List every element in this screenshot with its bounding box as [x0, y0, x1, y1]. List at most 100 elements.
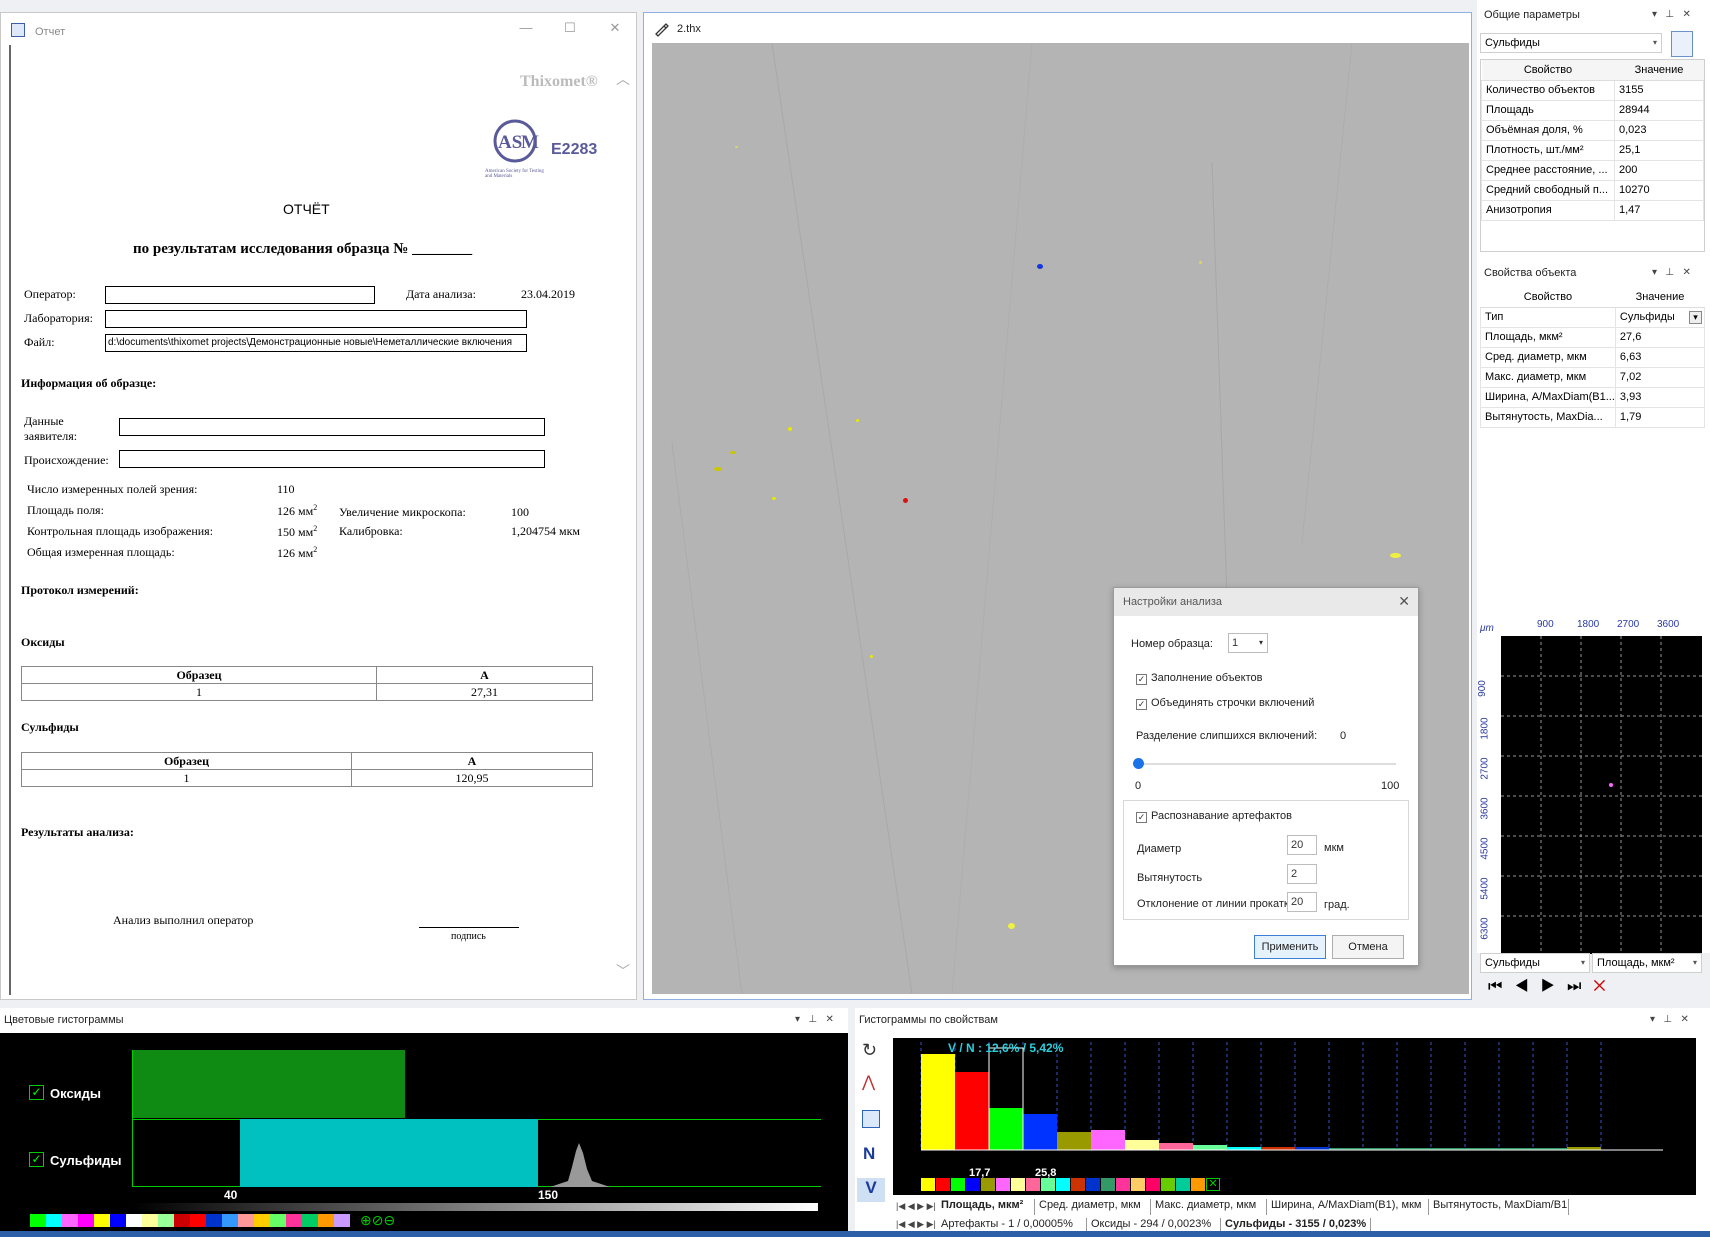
particle-yellow[interactable] — [1390, 553, 1401, 558]
color-swatch[interactable] — [270, 1214, 286, 1227]
particle-yellow[interactable] — [1008, 923, 1015, 929]
merge-rows-checkbox[interactable]: ✓ — [1136, 699, 1147, 710]
distribution-icon[interactable]: ⋀ — [862, 1072, 875, 1092]
pin-icon[interactable]: ⊥ — [1663, 1014, 1672, 1025]
diameter-input[interactable]: 20 — [1287, 835, 1317, 855]
particle-yellow[interactable] — [788, 427, 792, 431]
separation-slider[interactable] — [1138, 763, 1396, 765]
refresh-icon[interactable]: ↻ — [862, 1040, 877, 1061]
deviation-input[interactable]: 20 — [1287, 892, 1317, 912]
close-icon[interactable]: ✕ — [1680, 1014, 1688, 1025]
table-row[interactable]: Количество объектов 3155 — [1481, 79, 1704, 101]
oxides-checkbox[interactable]: ✓ — [29, 1085, 44, 1100]
volume-mode-button[interactable]: V — [857, 1178, 885, 1202]
class-swatch[interactable] — [1041, 1178, 1055, 1191]
color-swatch[interactable] — [94, 1214, 110, 1227]
property-value[interactable]: Сульфиды ▾ — [1614, 306, 1706, 328]
prop-hist-canvas[interactable]: V / N : 12,6% / 5,42% 17,7 25,8 ✕ — [893, 1038, 1696, 1195]
dialog-close-icon[interactable]: ✕ — [1398, 593, 1410, 610]
pin-icon[interactable]: ⊥ — [1665, 9, 1674, 20]
particle-yellow[interactable] — [1199, 261, 1202, 264]
general-params-selector[interactable]: Сульфиды ▾ — [1480, 33, 1662, 53]
clear-swatch-icon[interactable]: ✕ — [1206, 1178, 1220, 1191]
table-row[interactable]: Площадь 28944 — [1481, 99, 1704, 121]
lab-field[interactable] — [105, 310, 527, 328]
class-swatch[interactable] — [1056, 1178, 1070, 1191]
color-swatch[interactable] — [126, 1214, 142, 1227]
table-row[interactable]: Вытянутость, MaxDia... 1,79 — [1480, 406, 1706, 428]
close-button[interactable]: ✕ — [604, 19, 626, 37]
table-row[interactable]: Ширина, A/MaxDiam(B1... 3,93 — [1480, 386, 1706, 408]
scroll-up-icon[interactable]: ︿ — [616, 69, 630, 89]
property-tab[interactable]: Сред. диаметр, мкм — [1035, 1199, 1151, 1215]
particle-yellow[interactable] — [856, 419, 859, 422]
prev-icon[interactable]: ◀ — [1514, 978, 1540, 995]
color-swatch[interactable] — [334, 1214, 350, 1227]
color-swatch[interactable] — [78, 1214, 94, 1227]
pin-icon[interactable]: ⊥ — [808, 1014, 817, 1025]
color-swatch[interactable] — [222, 1214, 238, 1227]
close-icon[interactable]: ✕ — [1682, 9, 1690, 20]
color-swatch[interactable] — [174, 1214, 190, 1227]
class-swatch[interactable] — [1101, 1178, 1115, 1191]
artifacts-checkbox[interactable]: ✓ — [1136, 812, 1147, 823]
color-swatch[interactable] — [110, 1214, 126, 1227]
last-icon[interactable]: ⏭ — [1567, 978, 1593, 995]
table-row[interactable]: Плотность, шт./мм² 25,1 — [1481, 139, 1704, 161]
dropdown-icon[interactable]: ▾ — [1650, 1014, 1655, 1025]
remove-icon[interactable]: ⊖ — [383, 1212, 395, 1228]
maximize-button[interactable]: ☐ — [559, 19, 581, 37]
class-swatch[interactable] — [1146, 1178, 1160, 1191]
dropdown-icon[interactable]: ▾ — [1652, 267, 1657, 278]
close-icon[interactable]: ✕ — [825, 1014, 833, 1025]
property-tab[interactable]: Ширина, A/MaxDiam(B1), мкм — [1267, 1199, 1429, 1215]
table-row[interactable]: Макс. диаметр, мкм 7,02 — [1480, 366, 1706, 388]
report-document-icon[interactable] — [1671, 31, 1693, 57]
applicant-field[interactable] — [119, 418, 545, 436]
apply-button[interactable]: Применить — [1254, 935, 1326, 959]
property-tab[interactable]: Макс. диаметр, мкм — [1151, 1199, 1267, 1215]
oxides-range-bar[interactable] — [132, 1050, 405, 1118]
table-row[interactable]: Площадь, мкм² 27,6 — [1480, 326, 1706, 348]
table-row[interactable]: Сред. диаметр, мкм 6,63 — [1480, 346, 1706, 368]
class-swatch[interactable] — [1191, 1178, 1205, 1191]
class-swatch[interactable] — [1116, 1178, 1130, 1191]
class-swatch[interactable] — [966, 1178, 980, 1191]
class-swatch[interactable] — [1086, 1178, 1100, 1191]
next-icon[interactable]: ▶ — [1541, 978, 1567, 995]
color-swatch[interactable] — [62, 1214, 78, 1227]
color-swatch[interactable] — [30, 1214, 46, 1227]
add-icon[interactable]: ⊕ — [360, 1212, 372, 1228]
particle-yellow[interactable] — [735, 146, 738, 148]
chevron-down-icon[interactable]: ▾ — [1689, 310, 1702, 324]
particle-blue[interactable] — [1037, 264, 1043, 269]
delete-icon[interactable]: ✕ — [1593, 978, 1617, 995]
scroll-down-icon[interactable]: ﹀ — [616, 961, 630, 981]
sulfides-range-bar[interactable] — [240, 1119, 538, 1187]
color-swatch[interactable] — [286, 1214, 302, 1227]
table-row[interactable]: Анизотропия 1,47 — [1481, 199, 1704, 221]
sample-number-select[interactable]: 1 ▾ — [1228, 633, 1268, 653]
eraser-icon[interactable]: ⊘ — [372, 1212, 384, 1228]
property-tab[interactable]: Вытянутость, MaxDiam/B1 — [1429, 1199, 1569, 1215]
class-swatch[interactable] — [1176, 1178, 1190, 1191]
class-swatch[interactable] — [1131, 1178, 1145, 1191]
cancel-button[interactable]: Отмена — [1332, 935, 1404, 959]
particle-yellow[interactable] — [870, 655, 873, 658]
color-swatch[interactable] — [46, 1214, 62, 1227]
color-swatch[interactable] — [142, 1214, 158, 1227]
dropdown-icon[interactable]: ▾ — [1652, 9, 1657, 20]
color-swatch[interactable] — [206, 1214, 222, 1227]
table-row[interactable]: Среднее расстояние, ... 200 — [1481, 159, 1704, 181]
copy-icon[interactable] — [862, 1110, 880, 1128]
color-swatch[interactable] — [254, 1214, 270, 1227]
class-swatch[interactable] — [981, 1178, 995, 1191]
first-icon[interactable]: ⏮ — [1488, 978, 1514, 995]
tab-nav-first-icon[interactable]: |◀ ◀ ▶ ▶| — [896, 1219, 936, 1230]
minimap-property-selector[interactable]: Площадь, мкм² ▾ — [1592, 953, 1702, 973]
close-icon[interactable]: ✕ — [1682, 267, 1690, 278]
particle-red[interactable] — [903, 498, 908, 503]
class-swatch[interactable] — [1071, 1178, 1085, 1191]
property-tab[interactable]: Площадь, мкм² — [937, 1199, 1035, 1215]
class-swatch[interactable] — [1011, 1178, 1025, 1191]
